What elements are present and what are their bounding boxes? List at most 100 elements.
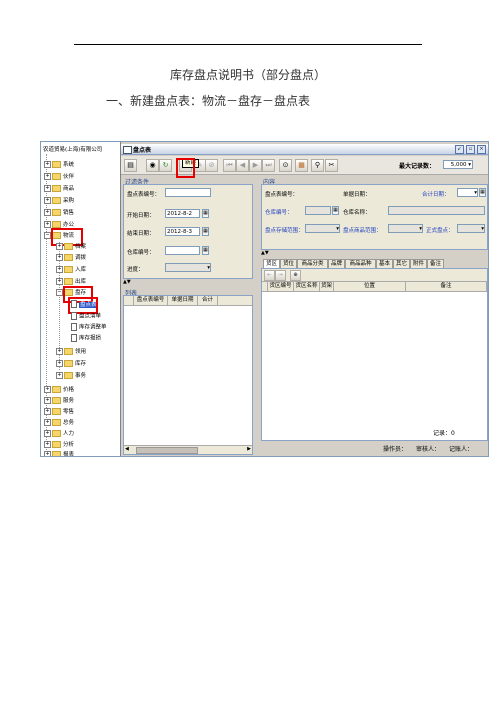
- detail-col-header[interactable]: 位置: [334, 282, 406, 291]
- expand-icon[interactable]: +: [44, 430, 51, 437]
- list-col-header[interactable]: 单据日期: [168, 296, 198, 305]
- expand-icon[interactable]: +: [44, 221, 51, 228]
- expand-icon[interactable]: +: [44, 441, 51, 448]
- import-icon[interactable]: ⊕: [290, 270, 301, 281]
- tree-item-hr[interactable]: + 人力: [44, 430, 74, 439]
- tree-item-retail[interactable]: + 零售: [44, 408, 74, 417]
- lookup-icon[interactable]: ▦: [332, 206, 339, 215]
- expand-icon[interactable]: +: [44, 451, 51, 456]
- expand-icon[interactable]: +: [56, 348, 63, 355]
- collapse-arrows[interactable]: ▲▼: [123, 279, 131, 285]
- expand-icon[interactable]: +: [56, 360, 63, 367]
- wh-name-input[interactable]: [388, 206, 485, 215]
- collapse-arrows[interactable]: ▲▼: [261, 250, 269, 256]
- expand-icon[interactable]: +: [44, 161, 51, 168]
- tree-item-general[interactable]: + 总务: [44, 419, 74, 428]
- wh-no-input[interactable]: [305, 206, 331, 215]
- tree-item-sales[interactable]: + 销售: [44, 209, 74, 218]
- goods-range-select[interactable]: ▾: [388, 224, 423, 233]
- max-records-select[interactable]: 5,000 ▾: [443, 160, 473, 169]
- list-col-header[interactable]: 合计: [198, 296, 218, 305]
- add-row-icon[interactable]: ⇤: [264, 270, 275, 281]
- delete-icon[interactable]: ⊘: [205, 159, 218, 172]
- tree-item-inbound[interactable]: + 入库: [56, 266, 86, 275]
- tree-item-stock[interactable]: + 库存: [56, 360, 86, 369]
- tree-item-system[interactable]: + 系统: [44, 161, 74, 170]
- collapse-icon[interactable]: −: [44, 232, 51, 239]
- expand-icon[interactable]: +: [56, 243, 63, 250]
- collapse-icon[interactable]: −: [56, 289, 63, 296]
- calendar-icon[interactable]: ▦: [202, 227, 209, 236]
- tree-item-service[interactable]: + 服务: [44, 397, 74, 406]
- sync-icon[interactable]: ⊙: [279, 159, 292, 172]
- scroll-thumb[interactable]: [136, 447, 198, 454]
- lookup-icon[interactable]: ▦: [202, 246, 209, 255]
- tab-attachment[interactable]: 附件: [410, 259, 427, 268]
- tab-remark[interactable]: 备注: [427, 259, 444, 268]
- end-date-input[interactable]: 2012-8-3: [165, 227, 200, 236]
- expand-icon[interactable]: +: [44, 419, 51, 426]
- first-icon[interactable]: ⏮: [223, 159, 236, 172]
- list-col-header[interactable]: 盘点表编号: [134, 296, 168, 305]
- storage-range-select[interactable]: ▾: [305, 224, 340, 233]
- expand-icon[interactable]: +: [56, 266, 63, 273]
- start-date-input[interactable]: 2012-8-2: [165, 209, 200, 218]
- detail-col-header[interactable]: 货区编号: [268, 282, 294, 291]
- prev-icon[interactable]: ◀: [236, 159, 249, 172]
- refresh-icon[interactable]: ↻: [159, 159, 172, 172]
- detail-col-header[interactable]: 备注: [406, 282, 487, 291]
- tree-item-purchase[interactable]: + 采购: [44, 197, 74, 206]
- warehouse-no-input[interactable]: [165, 246, 200, 255]
- filter-no-input[interactable]: [165, 188, 211, 197]
- tree-item-partner[interactable]: + 伙伴: [44, 173, 74, 182]
- pin-icon[interactable]: ↙: [455, 145, 464, 154]
- expand-icon[interactable]: +: [44, 386, 51, 393]
- book-icon[interactable]: ▦: [295, 159, 308, 172]
- detail-col-header[interactable]: 货区名称: [294, 282, 320, 291]
- tree-item-analysis[interactable]: + 分析: [44, 441, 74, 450]
- expand-icon[interactable]: +: [56, 278, 63, 285]
- tab-variety[interactable]: 商品品种: [345, 259, 376, 268]
- tab-brand[interactable]: 品牌: [328, 259, 345, 268]
- tree-item-count-list[interactable]: 盘点清单: [71, 312, 101, 321]
- expand-icon[interactable]: +: [44, 173, 51, 180]
- tree-item-price[interactable]: + 价格: [44, 386, 74, 395]
- close-icon[interactable]: ×: [477, 145, 486, 154]
- tree-item-transfer[interactable]: + 调拨: [56, 254, 86, 263]
- formal-count-select[interactable]: ▾: [457, 224, 485, 233]
- progress-select[interactable]: ▾: [165, 263, 211, 272]
- total-date-select[interactable]: ▾: [457, 188, 478, 197]
- tree-item-report[interactable]: + 报表: [44, 451, 74, 456]
- expand-icon[interactable]: +: [44, 185, 51, 192]
- expand-icon[interactable]: +: [44, 408, 51, 415]
- scroll-left-icon[interactable]: ◀: [125, 446, 129, 452]
- expand-icon[interactable]: +: [44, 397, 51, 404]
- tree-item-goods[interactable]: + 商品: [44, 185, 74, 194]
- calendar-icon[interactable]: ▦: [479, 188, 486, 197]
- detail-col-header[interactable]: 货架: [320, 282, 334, 291]
- scroll-right-icon[interactable]: ▶: [247, 446, 251, 452]
- expand-icon[interactable]: +: [56, 372, 63, 379]
- tab-basic[interactable]: 基本: [376, 259, 393, 268]
- tree-item-requisition[interactable]: + 领用: [56, 348, 86, 357]
- tab-other[interactable]: 其它: [393, 259, 410, 268]
- last-icon[interactable]: ⏭: [262, 159, 275, 172]
- tree-item-loss[interactable]: 库存报损: [71, 334, 101, 343]
- tab-category[interactable]: 商品分类: [297, 259, 328, 268]
- tab-area[interactable]: 货区: [263, 259, 280, 268]
- tree-item-adjust[interactable]: 库存调整单: [71, 323, 107, 332]
- next-icon[interactable]: ▶: [249, 159, 262, 172]
- search-icon[interactable]: ⚲: [311, 159, 324, 172]
- view-icon[interactable]: ◉: [146, 159, 159, 172]
- save-icon[interactable]: ▤: [124, 159, 137, 172]
- expand-icon[interactable]: +: [56, 254, 63, 261]
- tools-icon[interactable]: ✂: [325, 159, 338, 172]
- tab-location[interactable]: 货位: [280, 259, 297, 268]
- expand-icon[interactable]: +: [44, 197, 51, 204]
- tree-item-archive[interactable]: + 档案: [56, 243, 86, 252]
- tree-item-affairs[interactable]: + 事务: [56, 372, 86, 381]
- expand-icon[interactable]: +: [44, 209, 51, 216]
- calendar-icon[interactable]: ▦: [202, 209, 209, 218]
- remove-row-icon[interactable]: ⇥: [275, 270, 286, 281]
- tree-root[interactable]: 农道贸易(上海)有限公司: [43, 145, 102, 153]
